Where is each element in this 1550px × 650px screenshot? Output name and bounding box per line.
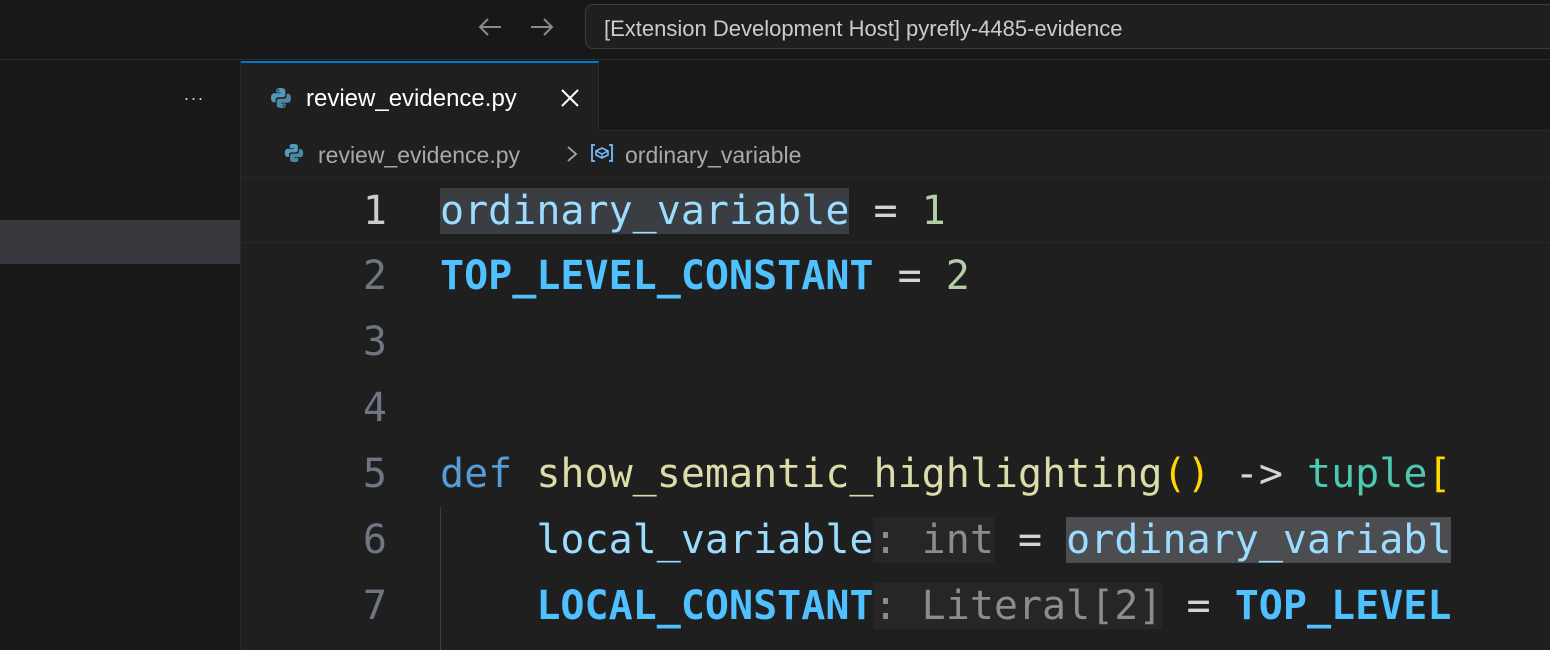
code-token: = <box>849 188 922 234</box>
more-actions-button[interactable]: ··· <box>176 83 212 113</box>
python-file-icon <box>284 143 304 163</box>
code-line[interactable]: 6 local_variable: int = ordinary_variabl <box>241 507 1550 573</box>
sidebar: ··· <box>0 61 241 650</box>
arrow-right-icon <box>531 18 554 36</box>
code-token: LOCAL_CONSTANT <box>536 583 874 629</box>
code-line[interactable]: 7 LOCAL_CONSTANT: Literal[2] = TOP_LEVEL <box>241 573 1550 639</box>
line-text: def show_semantic_highlighting() -> tupl… <box>440 449 1452 499</box>
code-line[interactable]: 2 TOP_LEVEL_CONSTANT = 2 <box>241 243 1550 309</box>
close-icon <box>561 89 579 107</box>
breadcrumb: review_evidence.py ordinary_variable <box>241 131 1550 177</box>
code-token: 1 <box>921 188 946 234</box>
more-actions-icon: ··· <box>183 87 205 108</box>
code-token: -> <box>1210 451 1307 497</box>
code-line[interactable]: 5 def show_semantic_highlighting() -> tup… <box>241 441 1550 507</box>
code-line[interactable]: 1 ordinary_variable = 1 <box>241 177 1550 243</box>
line-text: local_variable: int = ordinary_variabl <box>440 515 1452 565</box>
breadcrumb-file[interactable]: review_evidence.py <box>318 142 520 169</box>
editor-area[interactable]: review_evidence.py ordinary_variable 1 or… <box>241 131 1550 650</box>
code-token: local_variable <box>536 517 874 563</box>
variable-symbol-icon <box>591 144 613 162</box>
line-text: TOP_LEVEL_CONSTANT = 2 <box>440 251 970 301</box>
code-token: = <box>873 253 946 299</box>
code-token: ordinary_variabl <box>1066 517 1452 563</box>
line-text: LOCAL_CONSTANT: Literal[2] = TOP_LEVEL <box>440 581 1451 631</box>
line-text: ordinary_variable = 1 <box>440 186 946 236</box>
code-token: show_semantic_highlighting <box>536 451 1163 497</box>
window-title: [Extension Development Host] pyrefly-448… <box>604 16 1123 41</box>
line-number: 5 <box>362 451 387 497</box>
line-number: 3 <box>362 319 387 365</box>
line-number: 7 <box>362 583 387 629</box>
code-lines[interactable]: 1 ordinary_variable = 1 2 TOP_LEVEL_CONSTAN… <box>241 177 1550 650</box>
go-back-button[interactable] <box>472 10 508 44</box>
title-bar: [Extension Development Host] pyrefly-448… <box>0 0 1550 60</box>
python-file-icon <box>271 88 291 108</box>
sidebar-selected-item[interactable] <box>0 220 240 264</box>
arrow-left-icon <box>478 18 501 36</box>
code-token: [ <box>1427 451 1452 497</box>
line-number: 1 <box>362 188 387 234</box>
inlay-type-hint[interactable]: : Literal[2] <box>873 583 1163 629</box>
indent-guide <box>440 507 441 650</box>
command-center-search[interactable]: [Extension Development Host] pyrefly-448… <box>585 4 1550 49</box>
code-token: () <box>1162 451 1211 497</box>
line-number: 4 <box>362 385 387 431</box>
code-line[interactable]: 3 <box>241 309 1550 375</box>
code-token: = <box>1162 583 1235 629</box>
go-forward-button[interactable] <box>524 10 560 44</box>
breadcrumb-symbol[interactable]: ordinary_variable <box>625 142 801 169</box>
code-token: tuple <box>1306 451 1428 497</box>
code-token: def <box>440 451 513 497</box>
code-token: TOP_LEVEL <box>1234 583 1452 629</box>
code-line[interactable]: 4 <box>241 375 1550 441</box>
line-number: 2 <box>362 253 387 299</box>
code-token: = <box>993 517 1067 563</box>
tab-label: review_evidence.py <box>306 85 517 112</box>
line-number: 6 <box>362 517 387 563</box>
tab-review-evidence[interactable]: review_evidence.py <box>241 61 599 131</box>
close-tab-button[interactable] <box>557 85 583 111</box>
editor-tab-bar: review_evidence.py <box>241 61 1550 131</box>
code-token: 2 <box>945 253 970 299</box>
code-token: ordinary_variable <box>440 188 850 234</box>
chevron-right-icon <box>567 146 578 162</box>
code-token: TOP_LEVEL_CONSTANT <box>440 253 874 299</box>
inlay-type-hint[interactable]: : int <box>873 517 994 563</box>
